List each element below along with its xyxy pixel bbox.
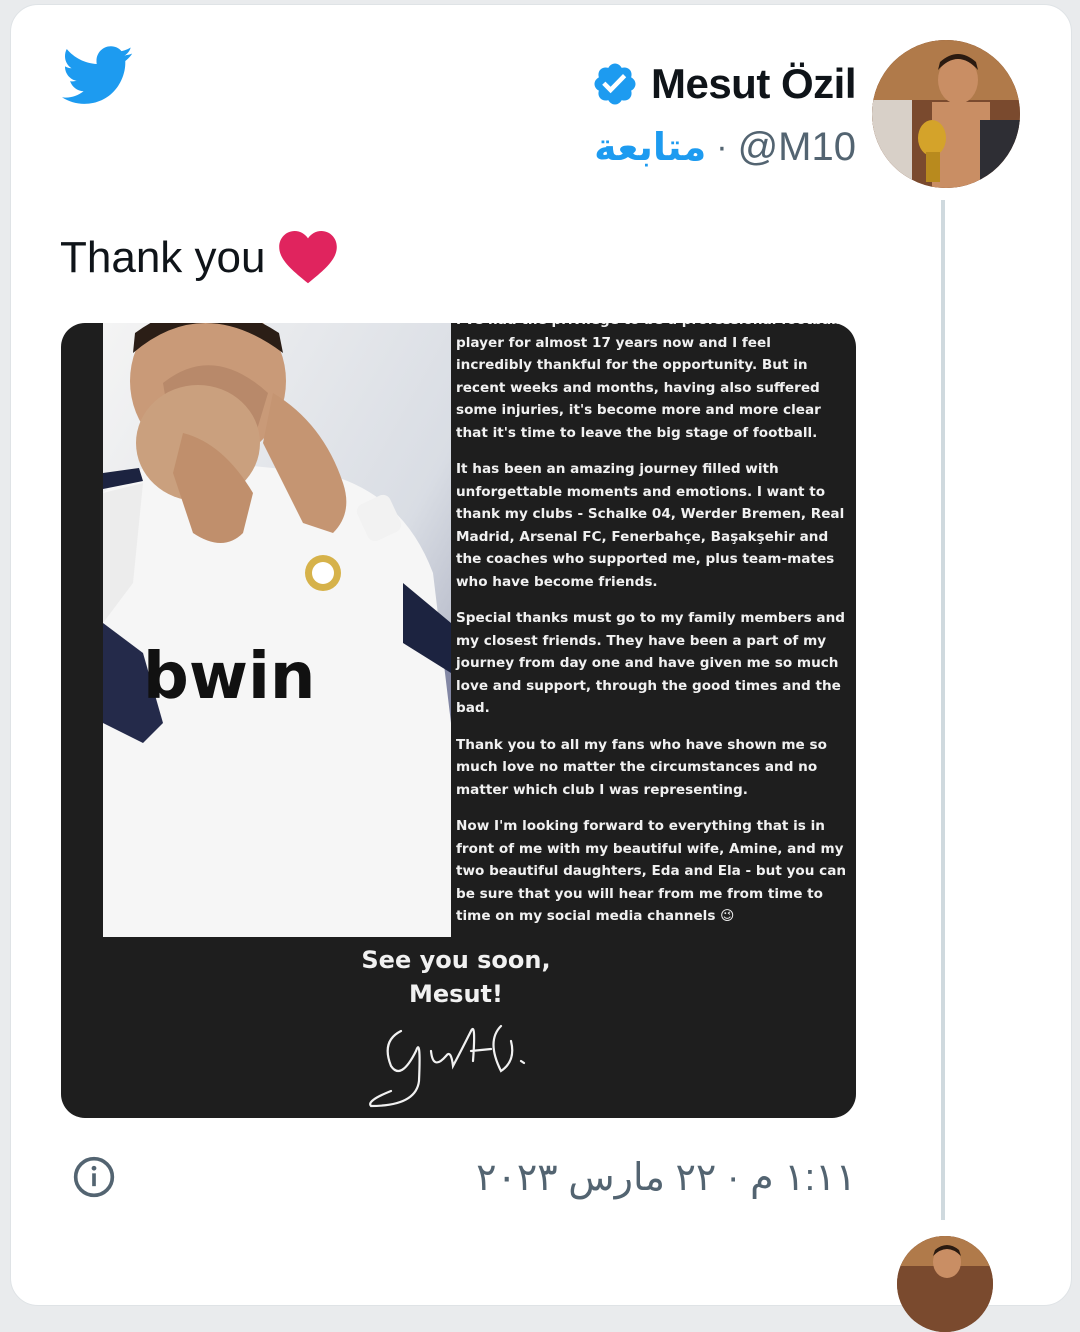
twitter-bird-icon[interactable] xyxy=(62,46,134,106)
letter-paragraph: It has been an amazing journey filled wi… xyxy=(456,461,845,590)
letter-paragraph: Thank you to all my fans who have shown … xyxy=(456,736,827,798)
author-name[interactable]: Mesut Özil xyxy=(651,60,857,108)
thread-line xyxy=(941,200,945,1220)
handwritten-signature xyxy=(369,1024,526,1108)
letter-paragraph: I've had the privilege to be a professio… xyxy=(456,323,840,441)
red-heart-emoji-icon xyxy=(279,231,338,284)
tweet-media-image[interactable]: bwin I've had the privilege to be a prof… xyxy=(61,323,856,1118)
avatar-photo xyxy=(897,1236,993,1332)
author-meta-row: متابعة · @M10 xyxy=(594,122,856,172)
avatar-photo xyxy=(872,40,1020,188)
tweet-text: Thank you xyxy=(60,228,338,288)
follow-button[interactable]: متابعة xyxy=(594,125,706,170)
author-avatar[interactable] xyxy=(872,40,1020,188)
signoff-line: See you soon, xyxy=(361,946,551,974)
author-handle[interactable]: @M10 xyxy=(738,125,856,170)
timestamp-text: ١:١١ م · ٢٢ مارس ٢٠٢٣ xyxy=(476,1156,856,1199)
author-name-row: Mesut Özil xyxy=(591,58,857,110)
verified-badge-icon xyxy=(594,63,636,105)
meta-separator: · xyxy=(716,127,728,166)
retirement-letter: I've had the privilege to be a professio… xyxy=(456,323,848,942)
shirt-sponsor-text: bwin xyxy=(143,640,315,714)
player-photo: bwin xyxy=(103,323,451,937)
letter-paragraph: Special thanks must go to my family memb… xyxy=(456,610,845,716)
letter-signoff: See you soon, Mesut! xyxy=(291,943,621,1011)
reply-author-avatar[interactable] xyxy=(897,1236,993,1332)
tweet-text-content: Thank you xyxy=(60,233,266,282)
signoff-name: Mesut! xyxy=(409,980,503,1008)
letter-paragraph: Now I'm looking forward to everything th… xyxy=(456,818,847,924)
tweet-timestamp[interactable]: ١:١١ م · ٢٢ مارس ٢٠٢٣ xyxy=(476,1152,856,1202)
info-icon[interactable] xyxy=(72,1155,116,1199)
